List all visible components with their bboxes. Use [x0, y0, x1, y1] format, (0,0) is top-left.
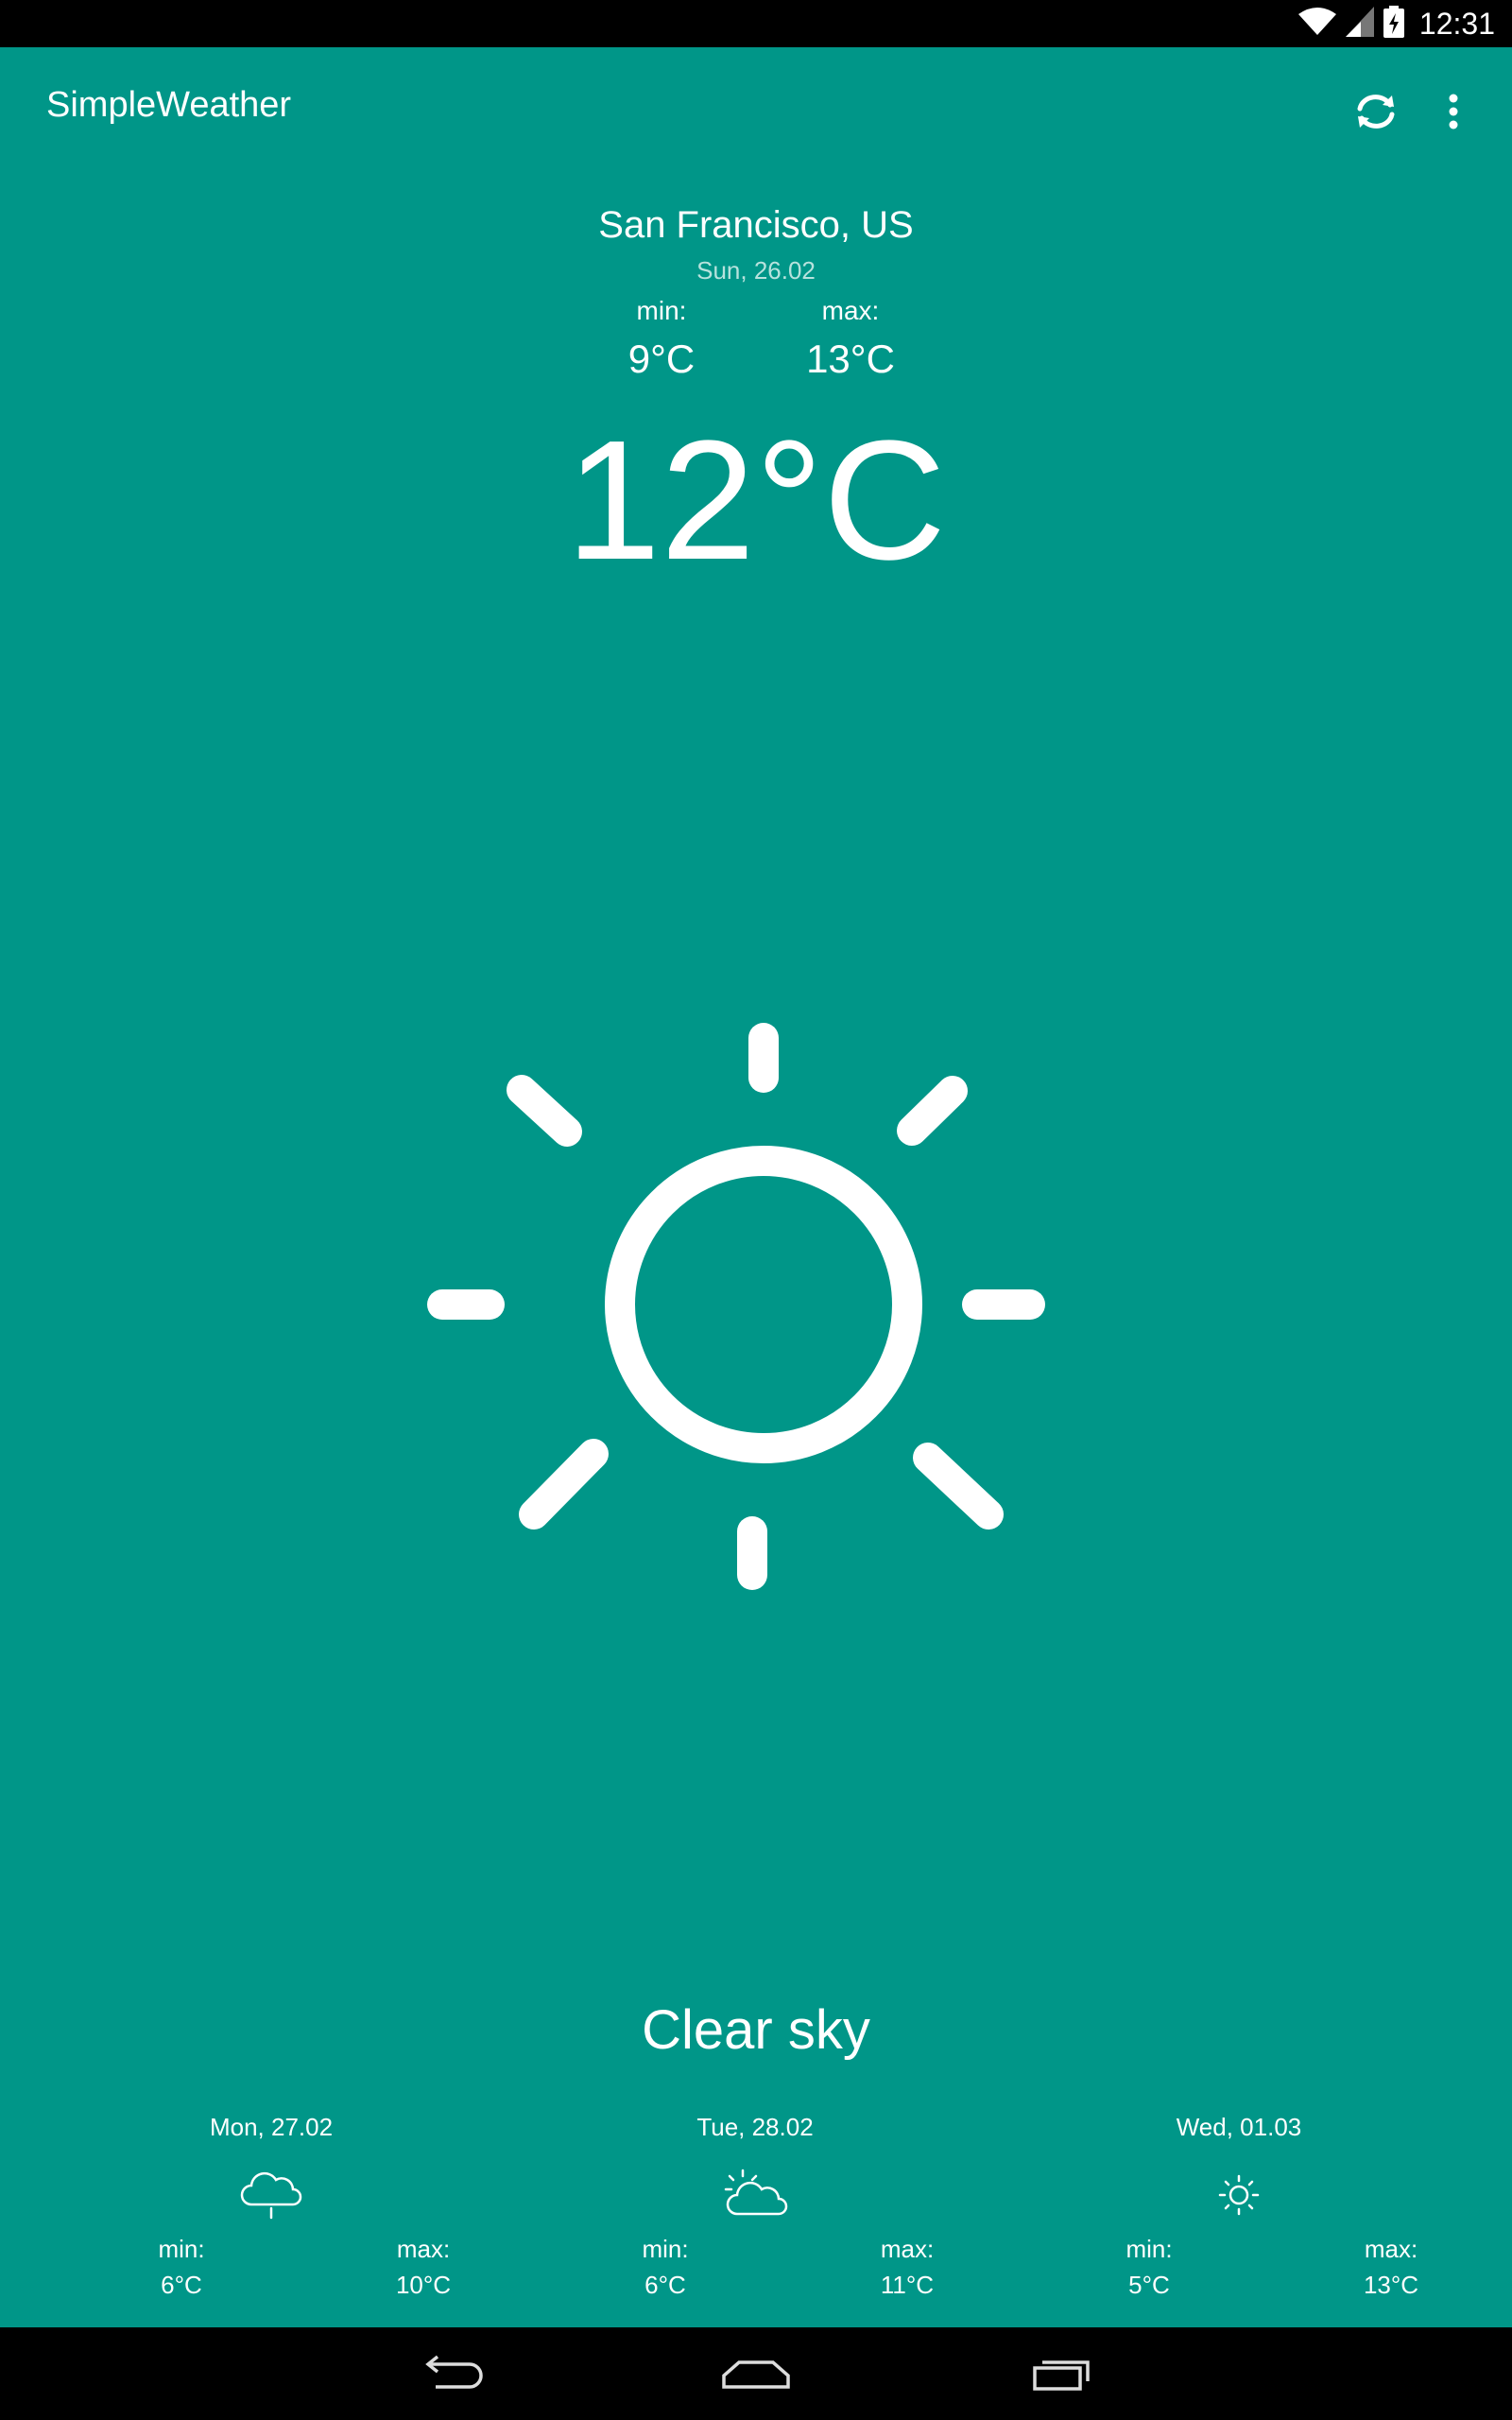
forecast-min: min: 5°C [1088, 2231, 1211, 2303]
current-min: min: 9°C [567, 293, 756, 386]
refresh-button[interactable] [1348, 83, 1404, 140]
condition-text: Clear sky [642, 1999, 870, 2061]
status-time: 12:31 [1418, 6, 1495, 41]
min-label: min: [642, 2235, 689, 2263]
forecast-icon [238, 2167, 304, 2223]
forecast-min: min: 6°C [604, 2231, 727, 2303]
status-icons: 12:31 [1297, 0, 1495, 47]
current-weather: San Francisco, US Sun, 26.02 min: 9°C ma… [0, 199, 1512, 381]
forecast-icon [722, 2167, 788, 2223]
signal-icon [1345, 6, 1374, 42]
current-min-max: min: 9°C max: 13°C [0, 293, 1512, 397]
max-label: max: [880, 2235, 935, 2263]
rain-cloud-icon [240, 2171, 302, 2220]
recent-apps-icon [1033, 2360, 1090, 2391]
min-value: 9°C [627, 337, 696, 381]
forecast-max: max: 11°C [846, 2231, 969, 2303]
forecast-date: Wed, 01.03 [1176, 2113, 1302, 2141]
max-value: 13°C [806, 337, 895, 381]
wifi-icon [1297, 7, 1336, 42]
back-button[interactable] [393, 2341, 507, 2407]
max-value: 11°C [880, 2271, 935, 2299]
forecast-day: Wed, 01.03 min: 5°C max: 13°C [997, 2108, 1481, 2325]
max-label: max: [1364, 2235, 1418, 2263]
min-label: min: [158, 2235, 205, 2263]
sun-icon [427, 1023, 1045, 1590]
app-bar: SimpleWeather [0, 47, 1512, 170]
partly-cloudy-icon [724, 2169, 788, 2216]
current-temperature: 12°C [565, 406, 947, 596]
home-icon [722, 2360, 790, 2389]
overflow-menu-button[interactable] [1425, 83, 1482, 140]
forecast-max: max: 10°C [362, 2231, 485, 2303]
app-title: SimpleWeather [46, 85, 292, 125]
home-button[interactable] [699, 2341, 813, 2407]
current-date: Sun, 26.02 [696, 256, 816, 285]
forecast-max: max: 13°C [1330, 2231, 1452, 2303]
back-icon [425, 2355, 483, 2389]
min-value: 6°C [644, 2271, 686, 2299]
forecast-day: Mon, 27.02 min: 6°C max: 10°C [29, 2108, 513, 2325]
min-label: min: [1125, 2235, 1173, 2263]
refresh-icon [1357, 95, 1395, 129]
sun-icon [1218, 2174, 1260, 2216]
condition-image [425, 974, 1087, 1635]
battery-charging-icon [1383, 5, 1404, 43]
forecast-list: Mon, 27.02 min: 6°C max: 10°C Tue, 28.02 [0, 2108, 1512, 2325]
min-value: 5°C [1128, 2271, 1170, 2299]
recent-apps-button[interactable] [1005, 2341, 1119, 2407]
max-value: 13°C [1363, 2271, 1419, 2299]
max-label: max: [396, 2235, 451, 2263]
forecast-day: Tue, 28.02 min: 6°C max: 11°C [513, 2108, 997, 2325]
status-bar: 12:31 [0, 0, 1512, 47]
forecast-date: Tue, 28.02 [696, 2113, 814, 2141]
forecast-icon [1206, 2167, 1272, 2223]
more-vert-icon [1449, 94, 1458, 130]
forecast-date: Mon, 27.02 [209, 2113, 334, 2141]
min-value: 6°C [161, 2271, 202, 2299]
navigation-bar [0, 2327, 1512, 2420]
location-title: San Francisco, US [598, 204, 914, 246]
min-label: min: [636, 296, 687, 325]
max-label: max: [821, 296, 880, 325]
current-max: max: 13°C [756, 293, 945, 386]
max-value: 10°C [395, 2271, 452, 2299]
forecast-min: min: 6°C [120, 2231, 243, 2303]
